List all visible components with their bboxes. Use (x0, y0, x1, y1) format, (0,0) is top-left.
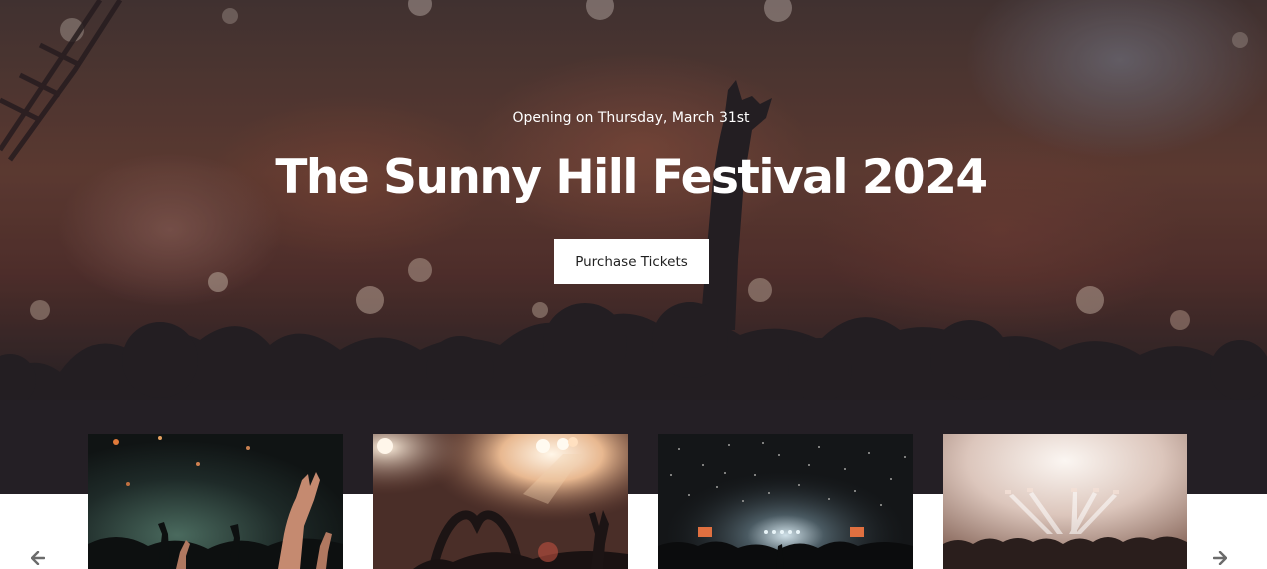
purchase-tickets-button[interactable]: Purchase Tickets (554, 239, 709, 284)
arrow-right-icon (1213, 551, 1227, 565)
carousel-slide-3[interactable] (658, 434, 913, 569)
carousel-slide-2[interactable] (373, 434, 628, 569)
hero-section: Opening on Thursday, March 31st The Sunn… (0, 0, 1267, 494)
carousel-prev-button[interactable] (28, 548, 48, 568)
page: Opening on Thursday, March 31st The Sunn… (0, 0, 1267, 569)
carousel-next-button[interactable] (1210, 548, 1230, 568)
arrow-left-icon (31, 551, 45, 565)
confetti-crowd-image (658, 434, 913, 569)
stage-lights-image (943, 434, 1187, 569)
hero-subtitle: Opening on Thursday, March 31st (512, 110, 750, 126)
hero-title: The Sunny Hill Festival 2024 (275, 150, 988, 205)
carousel-slide-1[interactable] (88, 434, 343, 569)
heart-hands-image (373, 434, 628, 569)
crowd-hands-image (88, 434, 343, 569)
carousel-slide-4[interactable] (943, 434, 1187, 569)
